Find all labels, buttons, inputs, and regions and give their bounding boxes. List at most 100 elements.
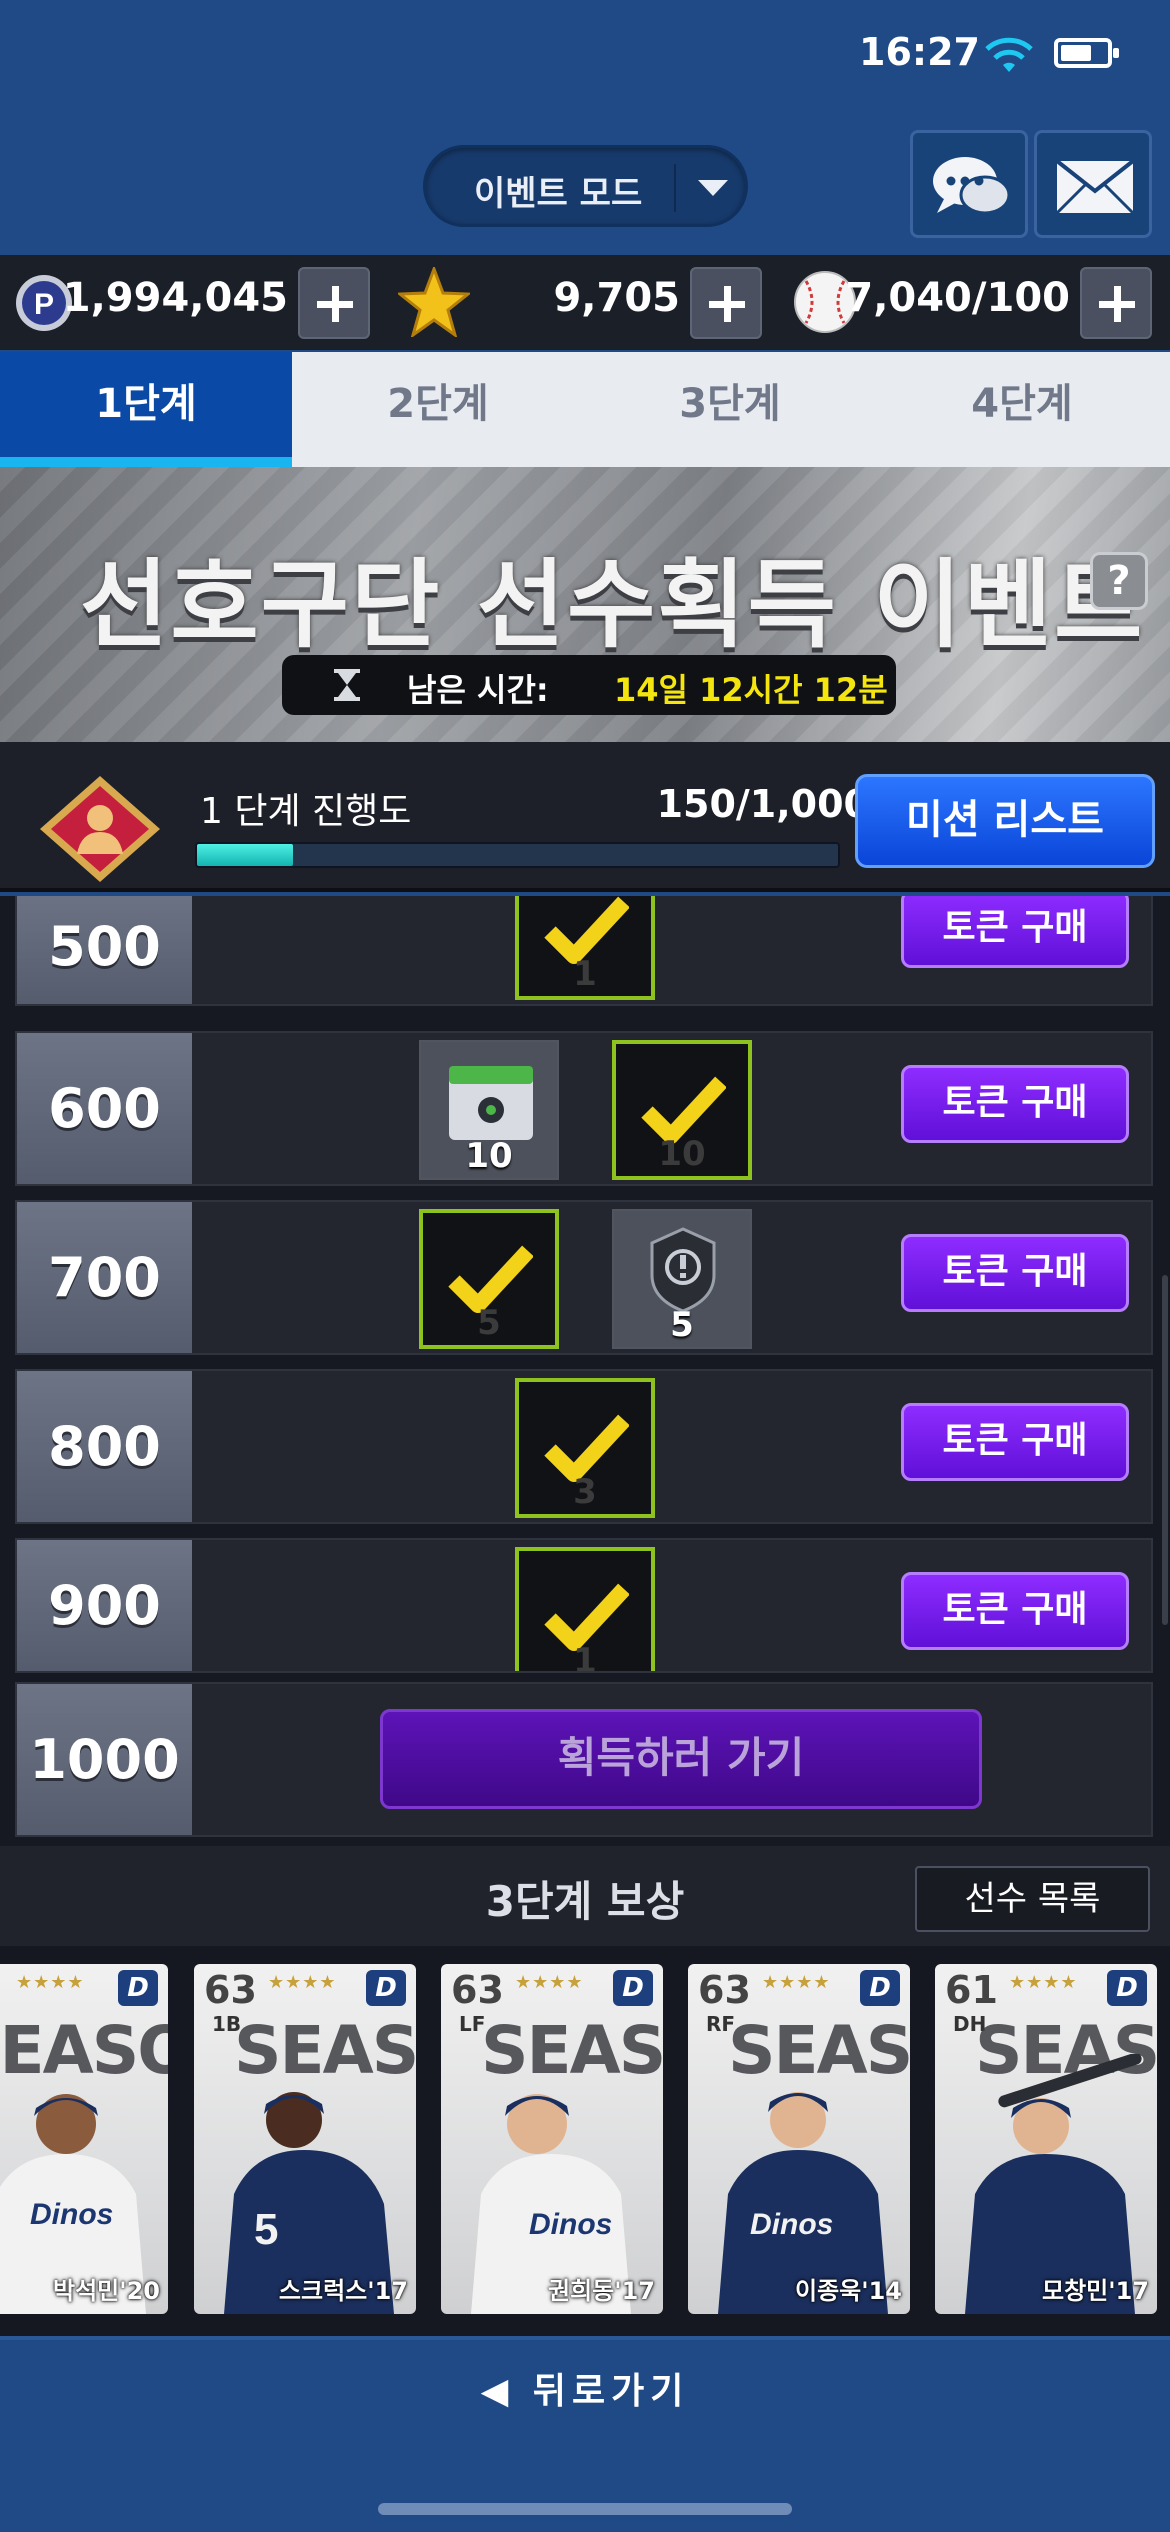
card-overall: 61 [945,1968,998,2012]
timer-value: 14일 12시간 12분 [614,671,888,709]
chat-button[interactable] [910,130,1028,238]
reward-slot[interactable]: 5 [419,1209,559,1349]
row-score: 600 [17,1033,192,1184]
player-card[interactable]: 63 1B ★★★★ D SEASON 5 스크럭스'17 [194,1964,416,2314]
reward-row: 700 5 5 토큰 구매 [15,1200,1153,1355]
tab-stage-2[interactable]: 2단계 [292,352,584,467]
back-label: 뒤로가기 [532,2371,690,2412]
progress-value: 150/1,000 [656,782,870,826]
progress-section: 1 단계 진행도 150/1,000 미션 리스트 [0,742,1170,892]
token-purchase-button[interactable]: 토큰 구매 [901,896,1129,968]
rewards-header: 3단계 보상 선수 목록 [0,1846,1170,1946]
emblem-icon [650,1227,716,1313]
row-score: 500 [17,896,192,1004]
add-stars-button[interactable] [690,267,762,339]
reward-qty: 1 [573,954,597,994]
token-purchase-button[interactable]: 토큰 구매 [901,1572,1129,1650]
stage-tabs: 1단계 2단계 3단계 4단계 [0,352,1170,467]
wifi-icon [985,37,1033,72]
battery-pack-icon [449,1066,533,1140]
tab-stage-4[interactable]: 4단계 [876,352,1168,467]
scrollbar[interactable] [1162,1275,1168,1625]
status-time: 16:27 [859,30,980,74]
token-purchase-button[interactable]: 토큰 구매 [901,1234,1129,1312]
reward-row: 800 3 토큰 구매 [15,1369,1153,1524]
battery-icon [1054,38,1119,68]
mode-dropdown[interactable]: 이벤트 모드 [423,145,748,227]
mode-divider [674,164,676,212]
card-overall: 63 [204,1968,257,2012]
mode-label: 이벤트 모드 [474,174,643,214]
player-card[interactable]: ★★★★ D SEASON Dinos 박석민'20 [0,1964,168,2314]
player-name: 이종욱'14 [795,2277,902,2305]
tab-stage-1[interactable]: 1단계 [0,352,292,467]
reward-row: 500 1 토큰 구매 [15,896,1153,1006]
player-card[interactable]: 63 LF ★★★★ D SEASON Dinos 권희동'17 [441,1964,663,2314]
mail-button[interactable] [1034,130,1152,238]
player-name: 권희동'17 [548,2277,655,2305]
go-acquire-button[interactable]: 획득하러 가기 [380,1709,982,1809]
player-list-button[interactable]: 선수 목록 [915,1866,1150,1932]
card-overall: 63 [451,1968,504,2012]
reward-slot[interactable]: 3 [515,1378,655,1518]
player-card[interactable]: 61 DH ★★★★ D SEASON 모창민'17 [935,1964,1157,2314]
timer-box: 남은 시간: 14일 12시간 12분 [282,655,896,715]
reward-qty: 5 [477,1303,501,1343]
help-button[interactable]: ? [1090,552,1148,610]
reward-row: 1000 획득하러 가기 [15,1682,1153,1837]
reward-qty: 10 [658,1134,706,1174]
team-logo: D [613,1970,653,2006]
svg-text:Dinos: Dinos [750,2208,833,2241]
team-logo: D [1107,1970,1147,2006]
back-arrow-icon: ◀ [480,2371,533,2412]
footer: ◀ 뒤로가기 [0,2336,1170,2532]
reward-qty: 1 [573,1641,597,1673]
card-stars: ★★★★ [268,1972,337,1993]
svg-text:5: 5 [254,2205,278,2254]
team-logo: D [860,1970,900,2006]
reward-qty: 3 [573,1472,597,1512]
team-logo: D [366,1970,406,2006]
row-score: 800 [17,1371,192,1522]
card-overall: 63 [698,1968,751,2012]
points-value: 1,994,045 [62,275,288,321]
banner-title: 선호구단 선수획득 이벤트 [80,549,1145,661]
tab-stage-3[interactable]: 3단계 [584,352,876,467]
reward-qty: 5 [670,1305,694,1345]
player-name: 모창민'17 [1042,2277,1149,2305]
back-button[interactable]: ◀ 뒤로가기 [0,2362,1170,2414]
mission-list-button[interactable]: 미션 리스트 [855,774,1155,868]
home-indicator[interactable] [378,2503,792,2515]
add-balls-button[interactable] [1080,267,1152,339]
mail-icon [1055,159,1135,215]
player-name: 스크럭스'17 [278,2277,408,2305]
player-card[interactable]: 63 RF ★★★★ D SEASON Dinos 이종욱'14 [688,1964,910,2314]
team-logo: D [118,1970,158,2006]
add-points-button[interactable] [298,267,370,339]
status-bar: 16:27 [0,0,1170,110]
card-stars: ★★★★ [762,1972,831,1993]
reward-slot[interactable]: 5 [612,1209,752,1349]
stage-badge-icon [40,776,160,882]
reward-qty: 10 [465,1136,513,1176]
token-purchase-button[interactable]: 토큰 구매 [901,1403,1129,1481]
reward-slot[interactable]: 10 [612,1040,752,1180]
player-card-carousel[interactable]: ★★★★ D SEASON Dinos 박석민'20 63 1B ★★★★ D … [0,1946,1170,2336]
currency-bar: P 1,994,045 9,705 7,040/100 [0,255,1170,350]
card-stars: ★★★★ [515,1972,584,1993]
reward-row: 600 10 10 토큰 구매 [15,1031,1153,1186]
chevron-down-icon [698,180,728,196]
event-banner: 선호구단 선수획득 이벤트 ? 남은 시간: 14일 12시간 12분 [0,467,1170,742]
reward-list[interactable]: 500 1 토큰 구매 600 10 10 토큰 구매 700 5 5 토큰 구… [0,896,1170,1846]
row-score: 1000 [17,1684,192,1835]
reward-slot[interactable]: 1 [515,1547,655,1673]
progress-bar [195,842,840,868]
svg-text:Dinos: Dinos [30,2198,113,2231]
timer-label: 남은 시간: [407,671,549,709]
card-stars: ★★★★ [16,1972,85,1993]
reward-slot[interactable]: 1 [515,896,655,1000]
row-score: 700 [17,1202,192,1353]
token-purchase-button[interactable]: 토큰 구매 [901,1065,1129,1143]
reward-slot[interactable]: 10 [419,1040,559,1180]
balls-value: 7,040/100 [845,275,1070,321]
